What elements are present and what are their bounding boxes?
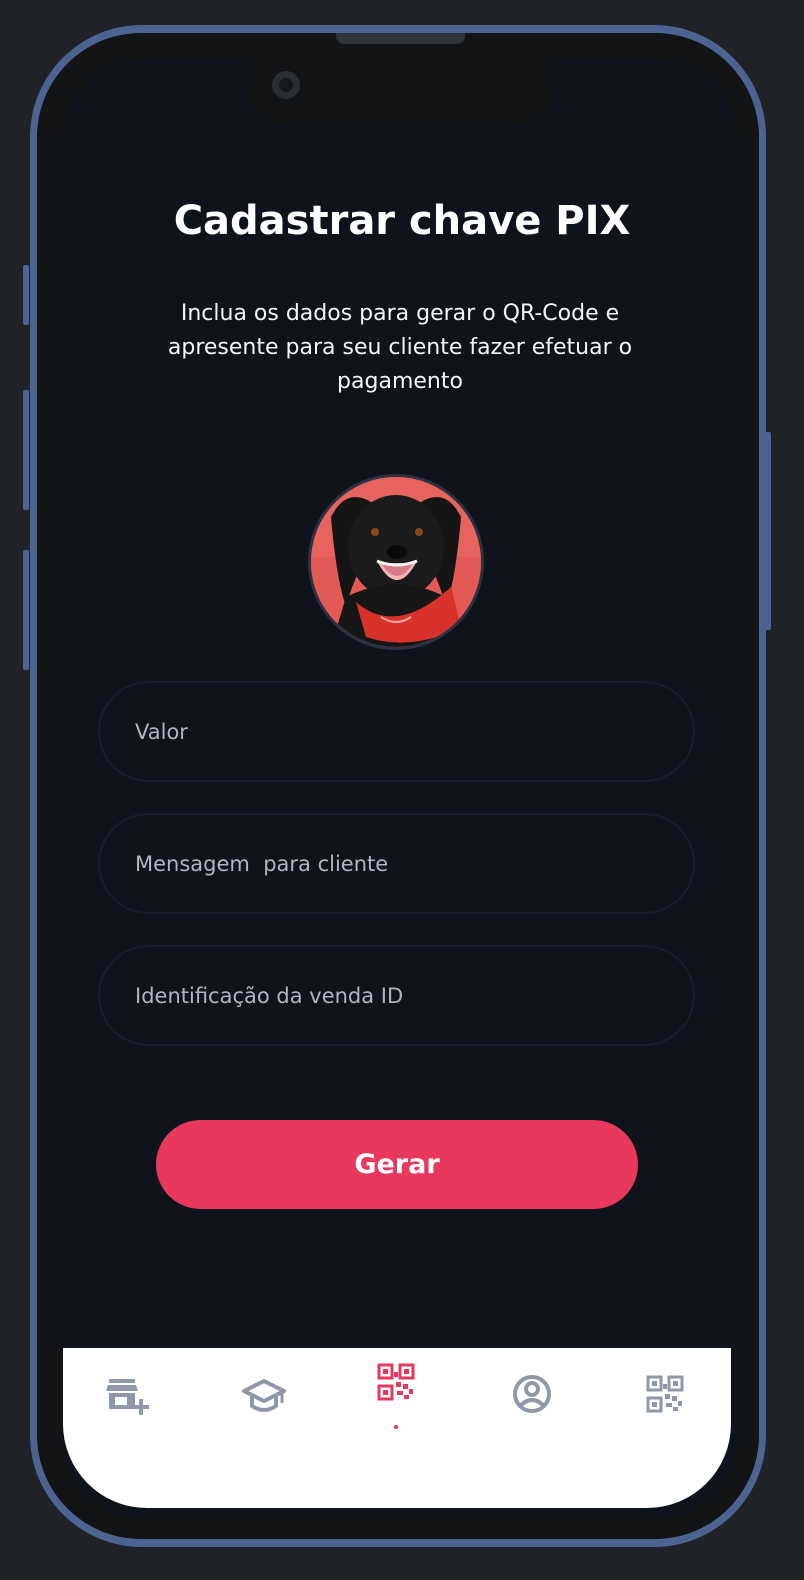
side-button [765, 432, 771, 630]
camera-icon [272, 71, 300, 99]
side-button [23, 550, 29, 670]
tab-profile[interactable] [510, 1372, 554, 1416]
identificacao-field[interactable] [98, 945, 695, 1046]
side-button [23, 390, 29, 510]
graduation-cap-icon [242, 1379, 286, 1412]
qr-scan-icon [646, 1375, 684, 1413]
tab-add-store[interactable] [106, 1375, 150, 1419]
page-title: Cadastrar chave PIX [173, 198, 631, 244]
speaker [336, 33, 465, 44]
active-tab-indicator [394, 1425, 398, 1429]
tab-qr-code[interactable] [376, 1362, 420, 1406]
user-circle-icon [513, 1375, 551, 1413]
dog-avatar[interactable] [308, 474, 484, 650]
add-store-icon [106, 1379, 149, 1415]
tab-education[interactable] [242, 1375, 286, 1419]
gerar-button[interactable]: Gerar [156, 1120, 638, 1209]
valor-input[interactable] [100, 683, 693, 780]
page-subtitle: Inclua os dados para gerar o QR-Code e a… [167, 301, 633, 394]
side-button [23, 265, 29, 325]
app-screen [63, 59, 737, 1519]
mensagem-field[interactable] [98, 813, 695, 914]
valor-field[interactable] [98, 681, 695, 782]
identificacao-input[interactable] [100, 947, 693, 1044]
dog-icon [311, 477, 481, 647]
mensagem-input[interactable] [100, 815, 693, 912]
tab-qr-scan[interactable] [645, 1374, 689, 1418]
qr-code-icon [377, 1363, 415, 1401]
